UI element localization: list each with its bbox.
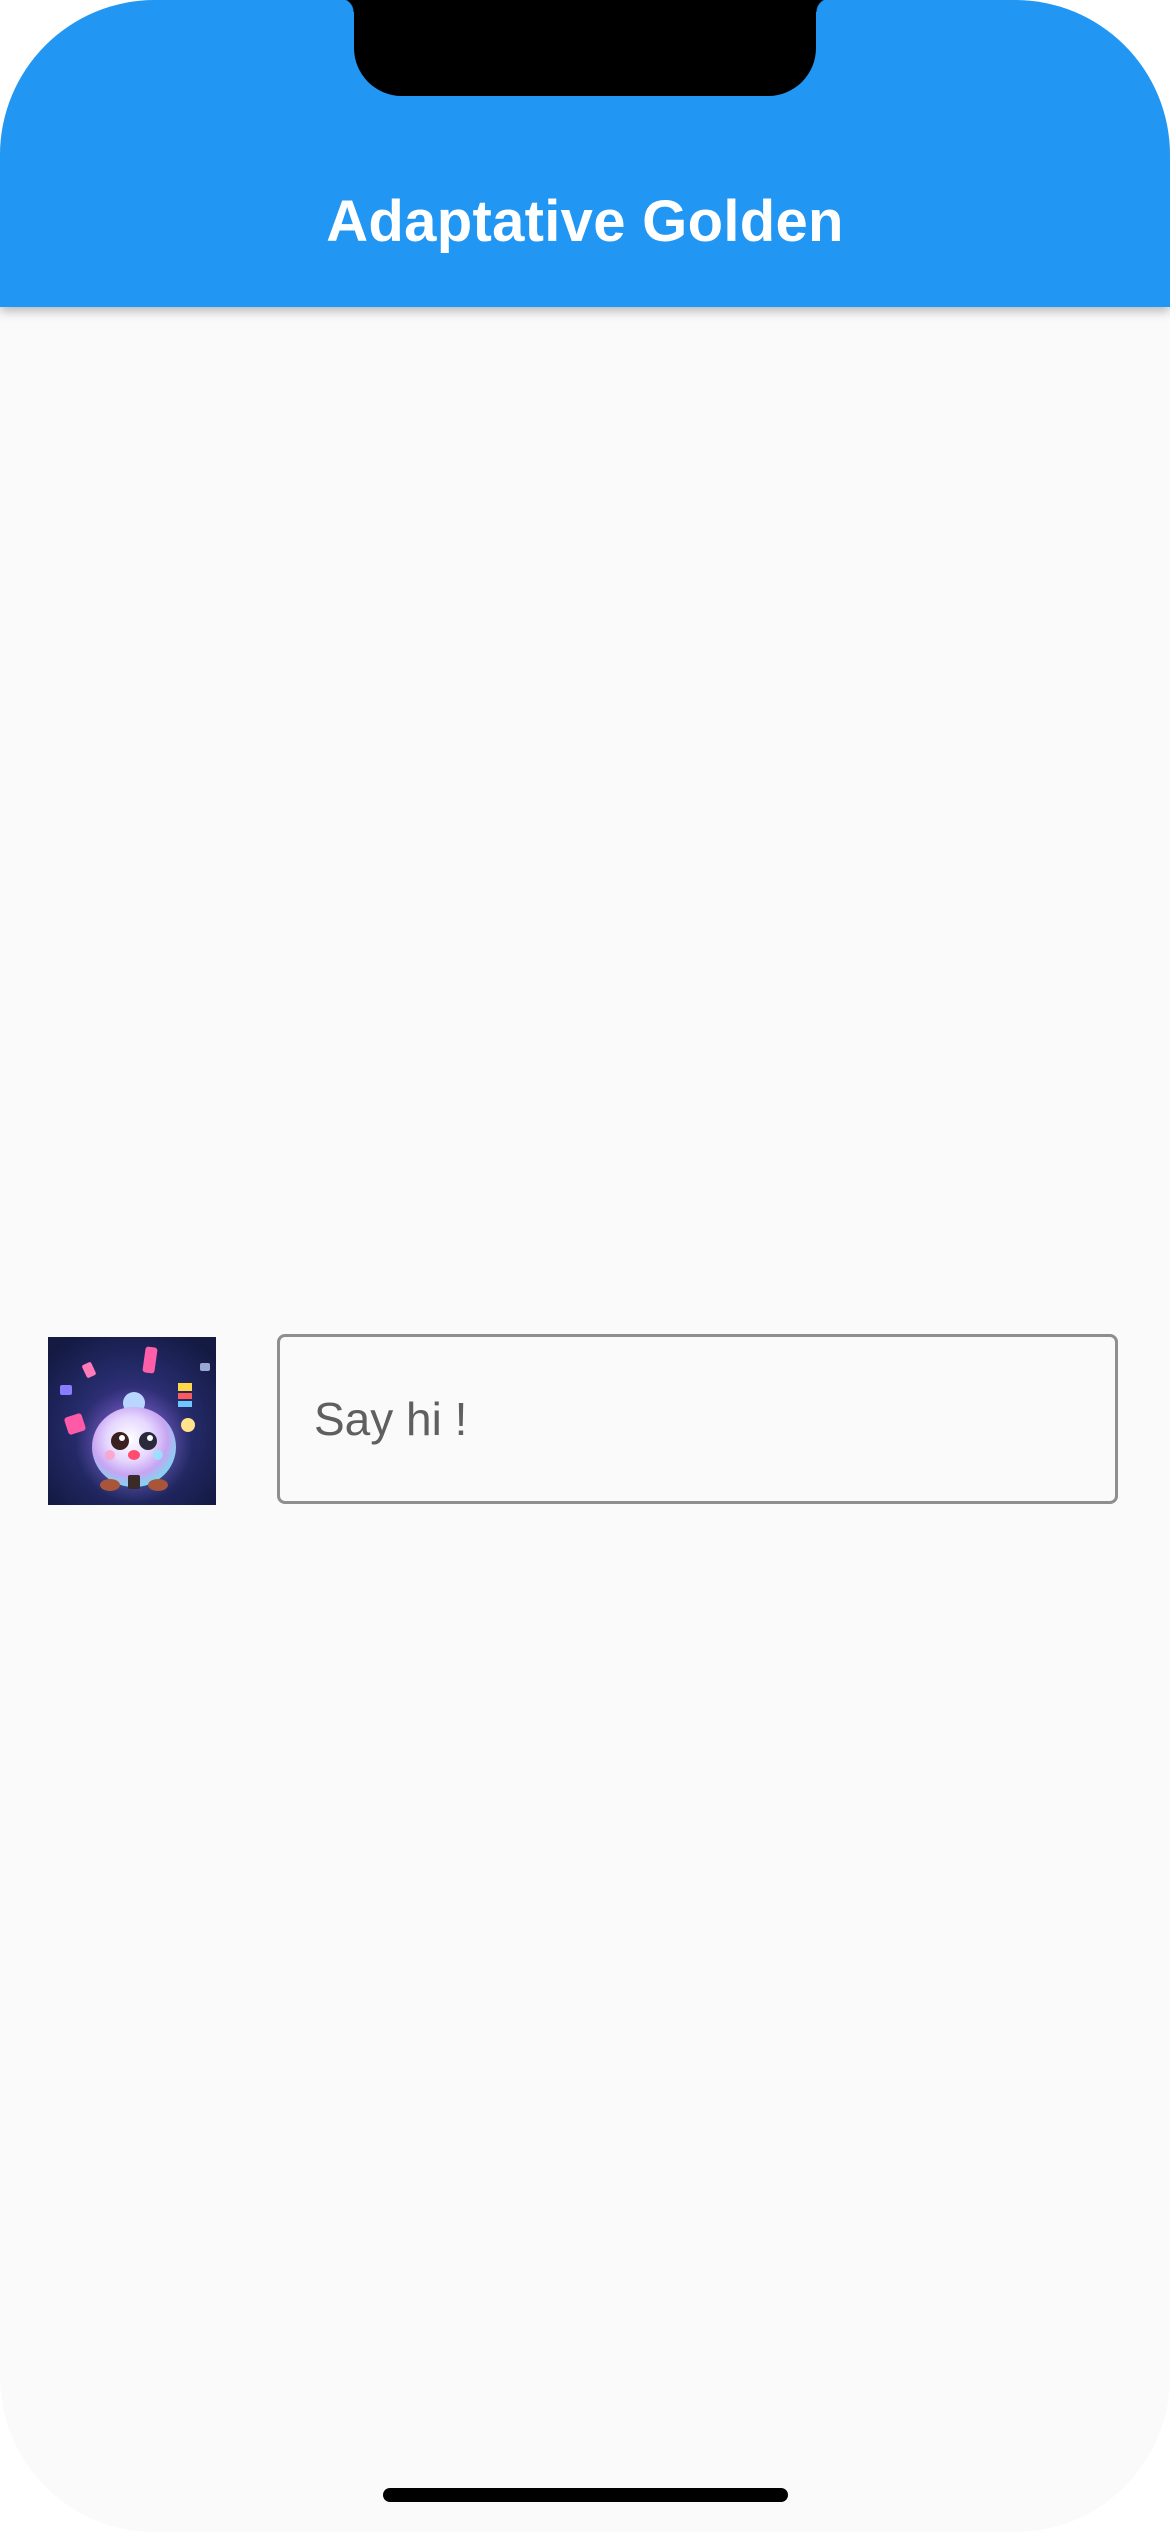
- phone-screen: Adaptative Golden: [0, 0, 1170, 2532]
- main-content: [0, 307, 1170, 2532]
- page-title: Adaptative Golden: [326, 189, 844, 254]
- message-input[interactable]: [277, 1334, 1118, 1504]
- home-indicator[interactable]: [383, 2488, 788, 2502]
- avatar: [48, 1337, 216, 1505]
- message-row: [48, 1334, 1122, 1508]
- glowing-character-avatar-icon: [48, 1337, 216, 1505]
- device-notch: [340, 0, 830, 96]
